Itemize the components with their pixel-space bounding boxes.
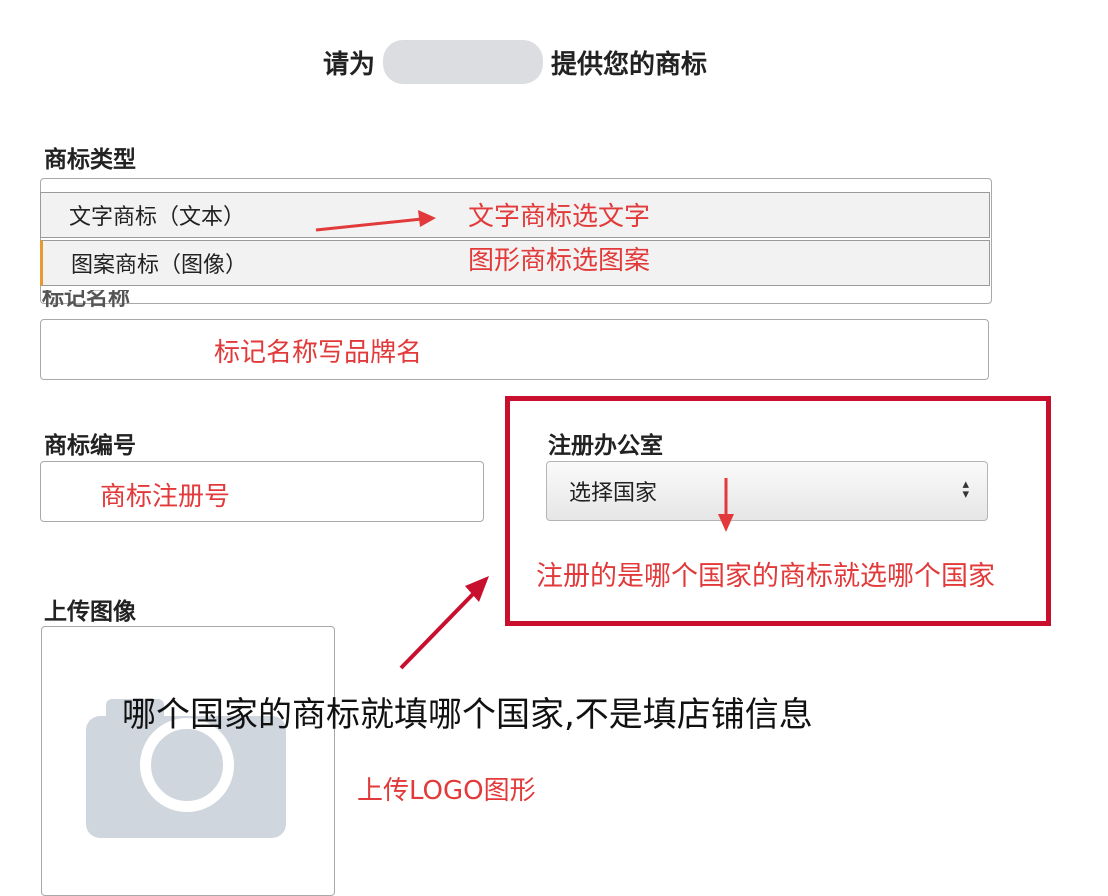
title-suffix: 提供您的商标 xyxy=(551,49,708,80)
arrow-icon-to-options xyxy=(315,210,436,232)
title-prefix: 请为 xyxy=(322,49,375,80)
mark-name-note: 标记名称写品牌名 xyxy=(214,338,423,368)
main-note: 哪个国家的商标就填哪个国家,不是填店铺信息 xyxy=(122,695,813,735)
up-down-caret-icon: ▴ ▾ xyxy=(962,477,969,502)
type-note-line2: 图形商标选图案 xyxy=(468,246,651,276)
page-title: 请为 提供您的商标 xyxy=(0,40,1030,84)
upload-image-label: 上传图像 xyxy=(44,599,136,625)
mark-name-input[interactable] xyxy=(40,319,989,380)
registration-office-label: 注册办公室 xyxy=(548,433,663,459)
type-note-line1: 文字商标选文字 xyxy=(468,202,651,232)
arrow-icon-diagonal xyxy=(399,576,489,670)
trademark-type-label: 商标类型 xyxy=(44,147,136,173)
trademark-number-note: 商标注册号 xyxy=(100,482,231,512)
mark-name-label-partial: 标记名称 xyxy=(42,290,131,308)
trademark-number-label: 商标编号 xyxy=(44,433,136,459)
upload-note: 上传LOGO图形 xyxy=(357,776,536,806)
blurred-store-name xyxy=(383,40,543,84)
arrow-icon-down xyxy=(718,478,734,532)
registration-office-value: 选择国家 xyxy=(569,481,658,506)
option-word-mark-label: 文字商标（文本） xyxy=(69,205,246,230)
option-design-mark-label: 图案商标（图像） xyxy=(71,253,248,278)
office-note: 注册的是哪个国家的商标就选哪个国家 xyxy=(536,561,995,592)
registration-office-select[interactable]: 选择国家 ▴ ▾ xyxy=(546,461,988,521)
